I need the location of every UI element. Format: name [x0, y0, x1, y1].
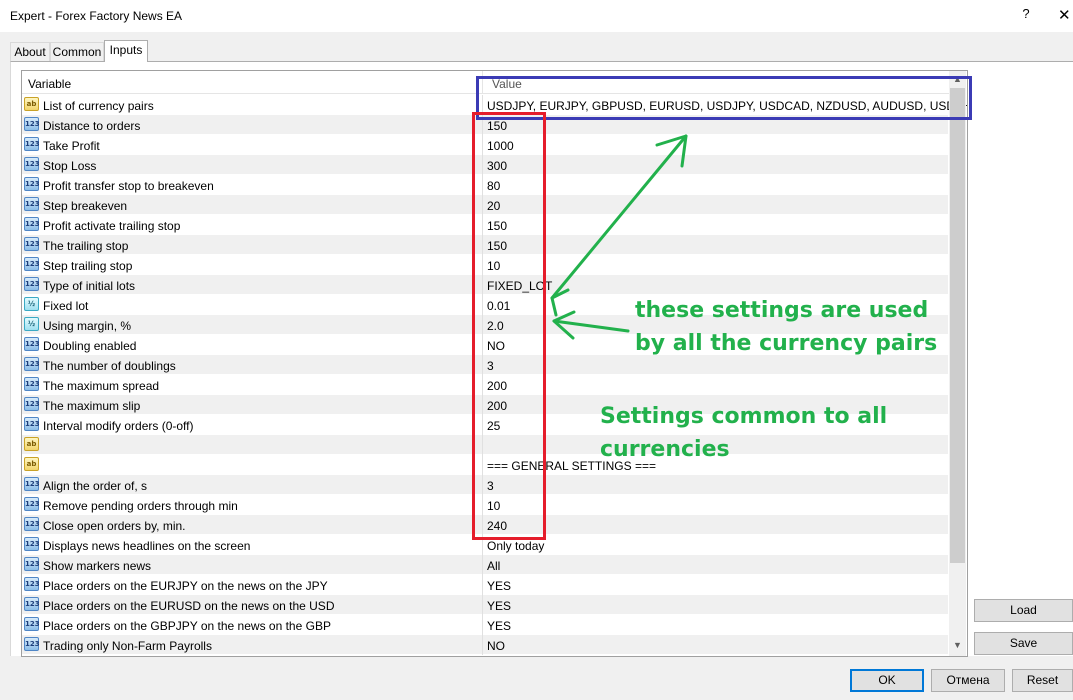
close-icon[interactable]: ✕	[1058, 6, 1073, 26]
variable-name: Stop Loss	[43, 159, 97, 173]
variable-name: The maximum slip	[43, 399, 141, 413]
variable-name: Place orders on the EURUSD on the news o…	[43, 599, 335, 613]
load-button[interactable]: Load	[974, 599, 1073, 622]
annotation-text-used-line1: these settings are used	[635, 298, 929, 323]
variable-name: Doubling enabled	[43, 339, 137, 353]
save-button[interactable]: Save	[974, 632, 1073, 655]
variable-name: Close open orders by, min.	[43, 519, 186, 533]
annotation-blue-box	[476, 76, 972, 120]
table-row[interactable]: 123 Trading only Non-Farm Payrolls NO	[22, 635, 948, 655]
integer-type-icon: 123	[24, 217, 40, 231]
integer-type-icon: 123	[24, 277, 40, 291]
table-row[interactable]: 123 Show markers news All	[22, 555, 948, 575]
title-bar: Expert - Forex Factory News EA ? ✕	[0, 0, 1073, 32]
integer-type-icon: 123	[24, 117, 40, 131]
annotation-text-common-line2: currencies	[600, 437, 730, 462]
variable-name: Remove pending orders through min	[43, 499, 238, 513]
integer-type-icon: 123	[24, 497, 40, 511]
column-divider	[482, 595, 483, 615]
integer-type-icon: 123	[24, 157, 40, 171]
integer-type-icon: 123	[24, 617, 40, 631]
annotation-text-common-line1: Settings common to all	[600, 404, 888, 429]
integer-type-icon: 123	[24, 577, 40, 591]
annotation-text-used-line2: by all the currency pairs	[635, 331, 938, 356]
variable-name: Align the order of, s	[43, 479, 148, 493]
string-type-icon: ab	[24, 97, 39, 111]
variable-name: List of currency pairs	[43, 99, 154, 113]
variable-value[interactable]: YES	[487, 599, 511, 613]
variable-name: Step trailing stop	[43, 259, 133, 273]
variable-value[interactable]: NO	[487, 639, 505, 653]
column-header-variable[interactable]: Variable	[28, 77, 71, 91]
table-row[interactable]: 123 Place orders on the GBPJPY on the new…	[22, 615, 948, 635]
variable-value[interactable]: YES	[487, 619, 511, 633]
vertical-scrollbar[interactable]: ▲ ▼	[949, 71, 966, 656]
column-divider	[482, 555, 483, 575]
integer-type-icon: 123	[24, 357, 40, 371]
variable-name: The number of doublings	[43, 359, 176, 373]
variable-name: Displays news headlines on the screen	[43, 539, 251, 553]
variable-name: Distance to orders	[43, 119, 141, 133]
integer-type-icon: 123	[24, 537, 40, 551]
variable-name: Place orders on the EURJPY on the news o…	[43, 579, 328, 593]
variable-value[interactable]: All	[487, 559, 500, 573]
table-row[interactable]: 123 Place orders on the EURUSD on the new…	[22, 595, 948, 615]
integer-type-icon: 123	[24, 137, 40, 151]
table-row[interactable]: 123 Place orders on the EURJPY on the new…	[22, 575, 948, 595]
integer-type-icon: 123	[24, 177, 40, 191]
integer-type-icon: 123	[24, 417, 40, 431]
variable-name: Step breakeven	[43, 199, 128, 213]
window-title: Expert - Forex Factory News EA	[10, 9, 183, 23]
variable-name: Show markers news	[43, 559, 152, 573]
cancel-button[interactable]: Отмена	[931, 669, 1005, 692]
tab-common[interactable]: Common	[50, 42, 104, 61]
double-type-icon: ½	[24, 297, 39, 311]
variable-name: The trailing stop	[43, 239, 129, 253]
variable-name: Place orders on the GBPJPY on the news o…	[43, 619, 331, 633]
variable-name: Profit transfer stop to breakeven	[43, 179, 214, 193]
reset-button[interactable]: Reset	[1012, 669, 1073, 692]
string-type-icon: ab	[24, 437, 39, 451]
scroll-down-icon[interactable]: ▼	[949, 637, 966, 654]
integer-type-icon: 123	[24, 557, 40, 571]
annotation-red-box	[472, 112, 546, 540]
double-type-icon: ½	[24, 317, 39, 331]
integer-type-icon: 123	[24, 517, 40, 531]
integer-type-icon: 123	[24, 237, 40, 251]
variable-name: Interval modify orders (0-off)	[43, 419, 194, 433]
integer-type-icon: 123	[24, 337, 40, 351]
column-divider	[482, 575, 483, 595]
variable-name: Fixed lot	[43, 299, 89, 313]
ok-button[interactable]: OK	[850, 669, 924, 692]
tab-inputs[interactable]: Inputs	[104, 40, 148, 62]
variable-value[interactable]: Only today	[487, 539, 544, 553]
variable-name: Take Profit	[43, 139, 100, 153]
integer-type-icon: 123	[24, 197, 40, 211]
variable-name: Profit activate trailing stop	[43, 219, 181, 233]
tab-about[interactable]: About	[10, 42, 50, 61]
integer-type-icon: 123	[24, 377, 40, 391]
variable-name: Trading only Non-Farm Payrolls	[43, 639, 212, 653]
integer-type-icon: 123	[24, 397, 40, 411]
column-divider	[482, 615, 483, 635]
variable-name: Using margin, %	[43, 319, 132, 333]
integer-type-icon: 123	[24, 257, 40, 271]
integer-type-icon: 123	[24, 477, 40, 491]
string-type-icon: ab	[24, 457, 39, 471]
variable-value[interactable]: YES	[487, 579, 511, 593]
help-button[interactable]: ?	[1018, 6, 1034, 26]
column-divider	[482, 635, 483, 655]
integer-type-icon: 123	[24, 637, 40, 651]
variable-name: Type of initial lots	[43, 279, 136, 293]
variable-name: The maximum spread	[43, 379, 160, 393]
scroll-thumb[interactable]	[950, 88, 965, 563]
integer-type-icon: 123	[24, 597, 40, 611]
